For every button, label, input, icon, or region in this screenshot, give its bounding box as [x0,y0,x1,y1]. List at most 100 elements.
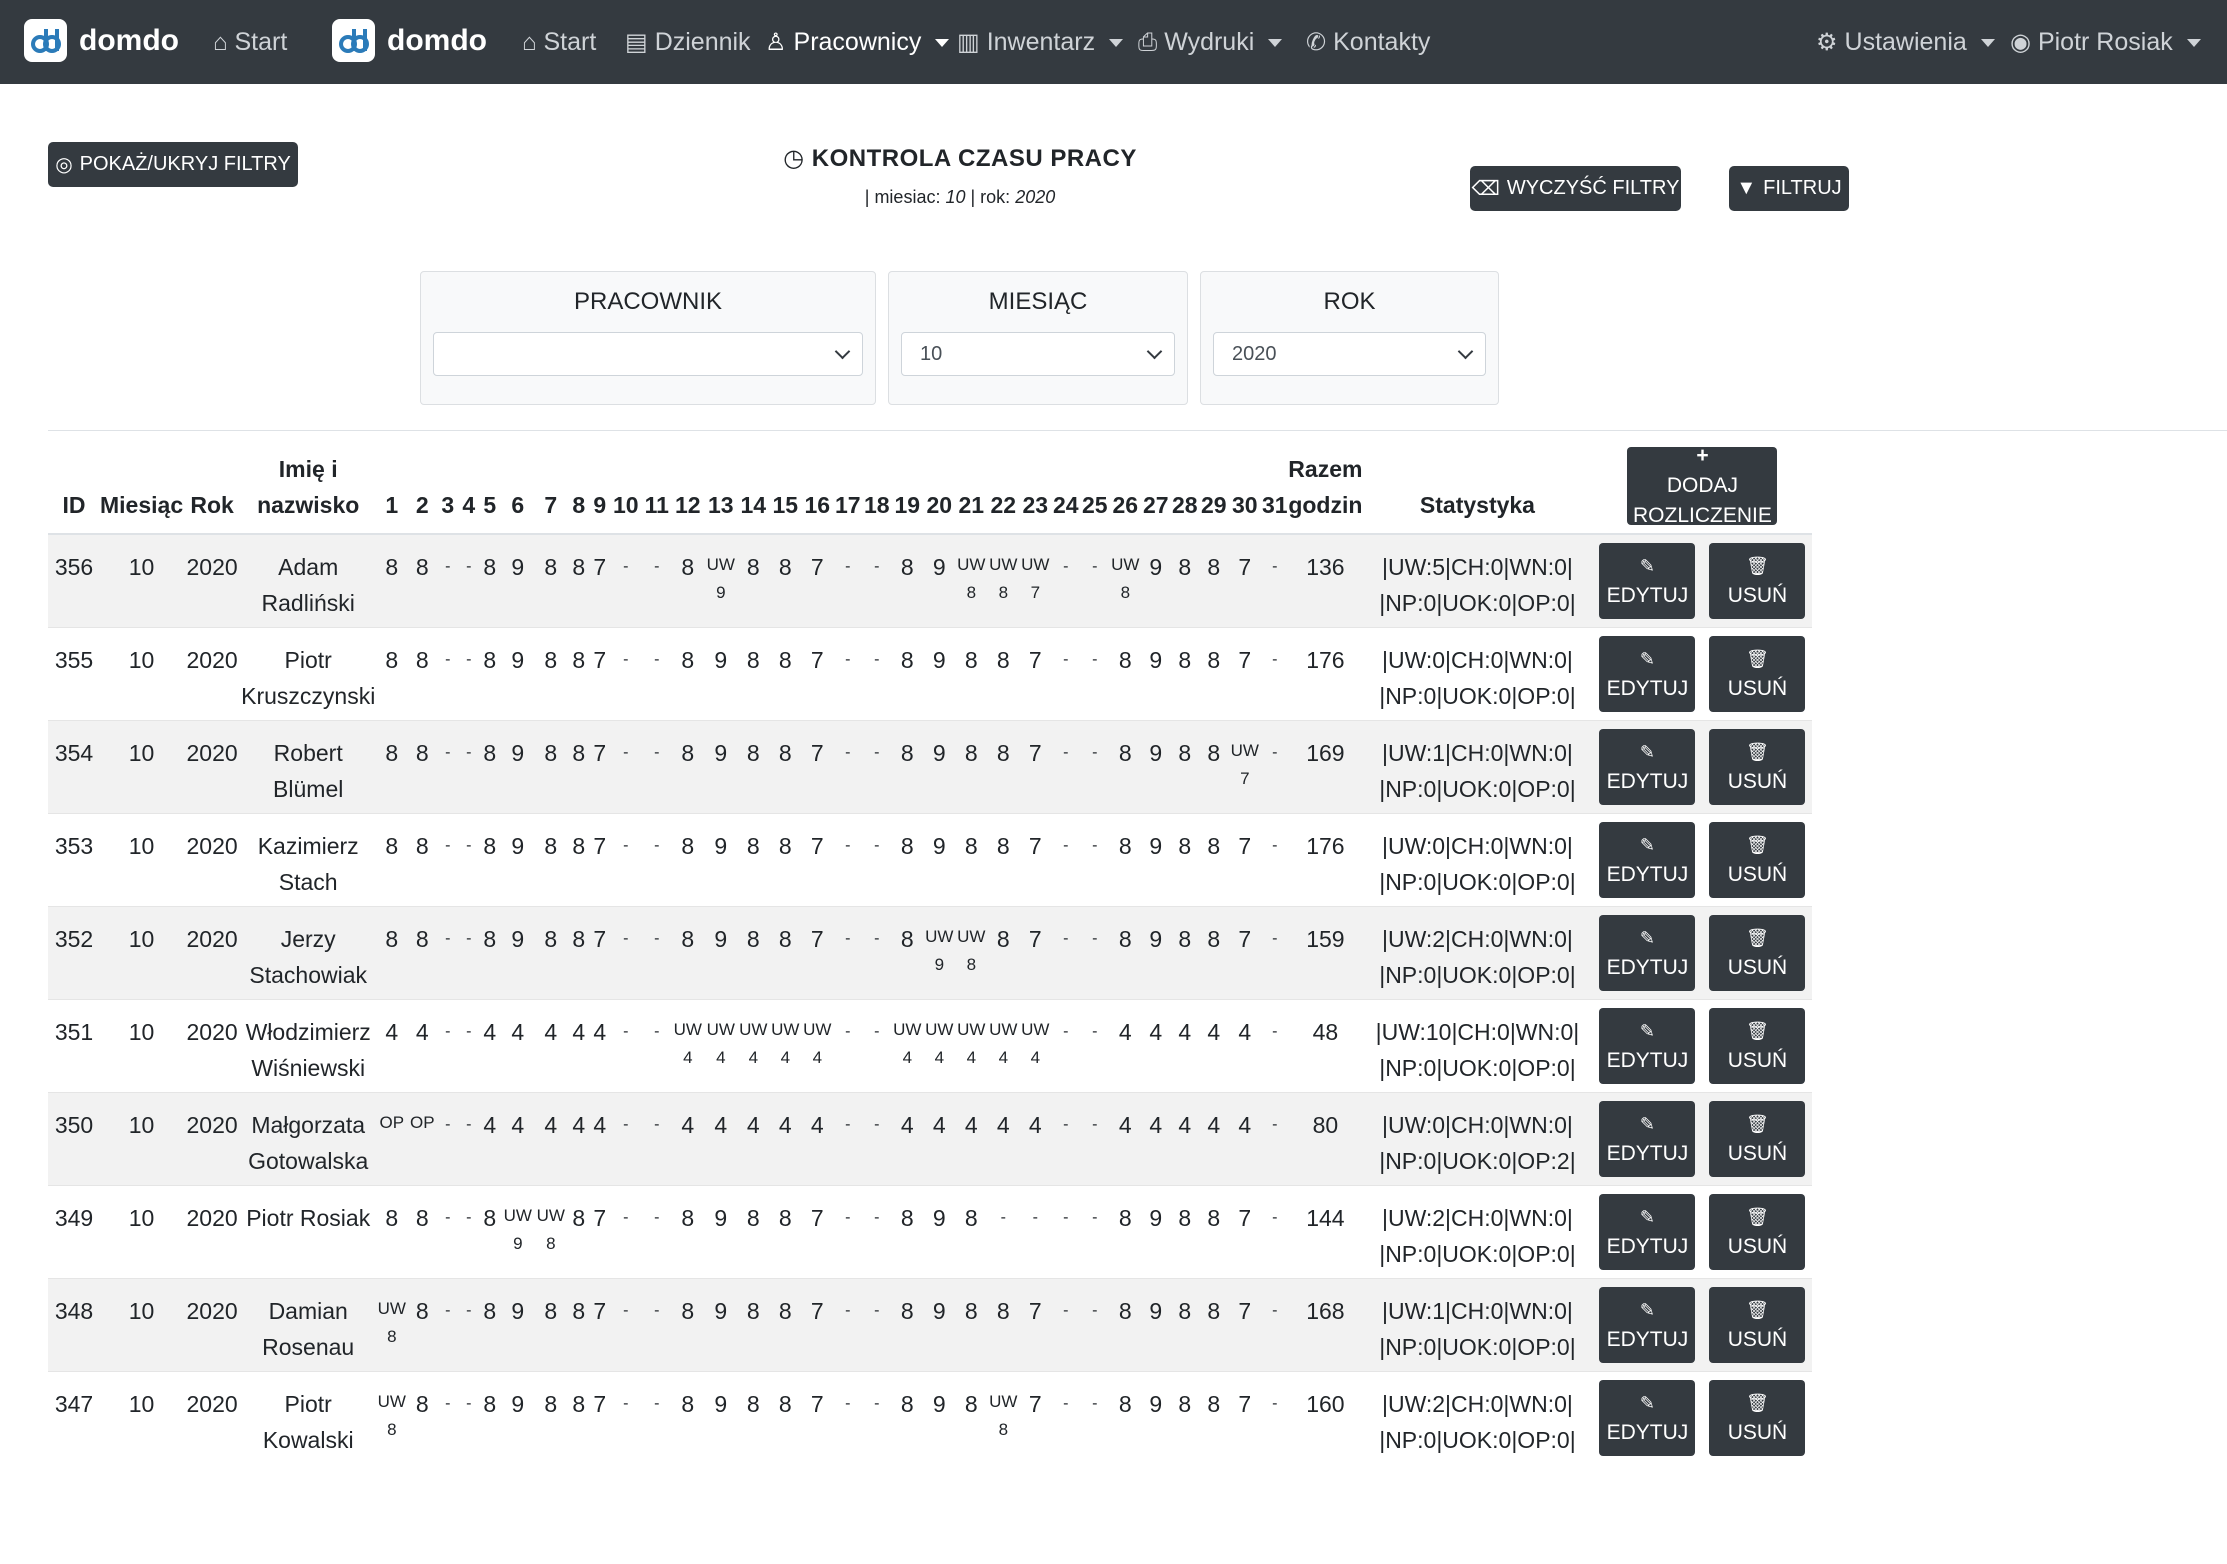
delete-button[interactable]: 🗑 USUŃ [1709,636,1806,712]
year-select[interactable]: 2020 [1213,332,1486,376]
nav-settings[interactable]: ⚙ Ustawienia [1816,28,1995,57]
nav-inwentarz[interactable]: ▥ Inwentarz [957,28,1124,57]
cell-day: - [642,1279,671,1372]
cell-day: 9 [1141,1186,1170,1279]
trash-icon: 🗑 [1746,742,1769,762]
cell-day: 7 [1019,1279,1051,1372]
day-code: UW 4 [987,1000,1019,1072]
nav-pracownicy[interactable]: ♙ Pracownicy [765,28,950,57]
delete-button[interactable]: 🗑 USUŃ [1709,543,1806,619]
nav-start[interactable]: ⌂ Start [522,28,596,57]
cell-day: - [833,1186,862,1279]
cell-day: 8 [671,1279,704,1372]
day-empty: - [1092,930,1098,947]
edit-button[interactable]: ✎ EDYTUJ [1599,636,1696,712]
brand-link[interactable]: domdo [24,19,179,62]
cell-day: 4 [590,1093,609,1186]
edit-button[interactable]: ✎ EDYTUJ [1599,1008,1696,1084]
add-settlement-button[interactable]: + DODAJ ROZLICZENIE [1627,444,1778,527]
cell-day: - [1261,1279,1288,1372]
cell-day: - [459,1279,478,1372]
cell-day: 9 [501,1372,534,1465]
edit-label: EDYTUJ [1606,770,1689,793]
nav-wydruki[interactable]: ⎙ Wydruki [1138,28,1283,57]
day-hours: 8 [483,926,497,952]
delete-button[interactable]: 🗑 USUŃ [1709,1008,1806,1084]
delete-button[interactable]: 🗑 USUŃ [1709,1194,1806,1270]
day-code-hours: 4 [902,1048,913,1067]
cell-day: 7 [1228,907,1261,1000]
pencil-icon: ✎ [1639,1300,1655,1320]
day-code-hours: 4 [998,1048,1009,1067]
day-hours: 4 [964,1112,978,1138]
filter-button[interactable]: ▼ FILTRUJ [1729,166,1849,211]
day-hours: 9 [1149,833,1163,859]
col-header-day: 17 [835,492,861,518]
nav-start-1[interactable]: ⌂ Start [213,28,287,57]
cell-id: 351 [48,1000,100,1093]
delete-button[interactable]: 🗑 USUŃ [1709,1380,1806,1456]
cell-day: UW 8 [1109,534,1141,628]
pencil-icon: ✎ [1639,1021,1655,1041]
toggle-filters-button[interactable]: ◎ POKAŻ/UKRYJ FILTRY [48,142,298,187]
month-select[interactable]: 10 [901,332,1175,376]
day-hours: 8 [572,833,586,859]
brand-link-2[interactable]: domdo [332,19,487,62]
table-row: 351 10 2020 Włodzimierz Wiśniewski 4 4- -4 4 4 4 4… [48,999,1813,1093]
delete-button[interactable]: 🗑 USUŃ [1709,1101,1806,1177]
cell-day: - [833,1279,862,1372]
day-code-type: UW [377,1392,406,1411]
cell-day: 7 [801,1372,833,1465]
cell-id: 347 [48,1372,100,1465]
stats-line-2: |NP:0|UOK:0|OP:0| [1379,1055,1576,1081]
cell-day: 4 [923,1093,955,1186]
nav-user[interactable]: ◉ Piotr Rosiak [2010,28,2201,57]
edit-button[interactable]: ✎ EDYTUJ [1599,915,1696,991]
cell-id: 356 [48,534,100,628]
day-empty: - [845,744,851,761]
cell-month: 10 [100,1186,183,1279]
cell-day: 8 [1170,907,1199,1000]
day-code: UW 4 [923,1000,955,1072]
delete-button[interactable]: 🗑 USUŃ [1709,729,1806,805]
edit-button[interactable]: ✎ EDYTUJ [1599,1287,1696,1363]
stats-line-2: |NP:0|UOK:0|OP:2| [1379,1148,1576,1174]
day-code: UW 8 [534,1186,567,1258]
stats-line-2: |NP:0|UOK:0|OP:0| [1379,1427,1576,1453]
cell-day: 4 [375,1000,408,1093]
day-hours: 7 [1238,554,1252,580]
edit-button[interactable]: ✎ EDYTUJ [1599,729,1696,805]
edit-button[interactable]: ✎ EDYTUJ [1599,822,1696,898]
nav-dziennik[interactable]: ▤ Dziennik [625,28,751,57]
day-hours: 4 [593,1019,607,1045]
table-row: 349 10 2020 Piotr Rosiak 8 8- -8 UW 9 UW 8 8 7- -8 9 8 8… [48,1185,1813,1279]
cell-year: 2020 [183,628,241,721]
day-hours: 8 [572,1391,586,1417]
edit-button[interactable]: ✎ EDYTUJ [1599,1380,1696,1456]
delete-button[interactable]: 🗑 USUŃ [1709,915,1806,991]
delete-button[interactable]: 🗑 USUŃ [1709,1287,1806,1363]
day-empty: - [1272,1302,1278,1319]
edit-button[interactable]: ✎ EDYTUJ [1599,543,1696,619]
cell-id: 355 [48,628,100,721]
day-hours: 8 [483,1205,497,1231]
cell-day: - [1080,907,1109,1000]
cell-day: - [987,1186,1019,1279]
employee-select[interactable] [433,332,863,376]
stats-line-1: |UW:5|CH:0|WN:0| [1382,554,1573,580]
nav-kontakty[interactable]: ✆ Kontakty [1306,28,1430,57]
day-hours: 8 [385,926,399,952]
cell-day: 8 [987,628,1019,721]
day-empty: - [1092,837,1098,854]
edit-button[interactable]: ✎ EDYTUJ [1599,1194,1696,1270]
day-code-hours: 8 [998,1420,1009,1439]
col-header-day: 21 [958,492,985,518]
cell-day: 4 [478,1093,501,1186]
stats-line-2: |NP:0|UOK:0|OP:0| [1379,962,1576,988]
delete-button[interactable]: 🗑 USUŃ [1709,822,1806,898]
cell-delete: 🗑 USUŃ [1702,534,1812,628]
clear-filters-button[interactable]: ⌫ WYCZYŚĆ FILTRY [1470,166,1681,211]
day-hours: 8 [483,1391,497,1417]
edit-button[interactable]: ✎ EDYTUJ [1599,1101,1696,1177]
cell-day: 8 [1199,721,1228,814]
